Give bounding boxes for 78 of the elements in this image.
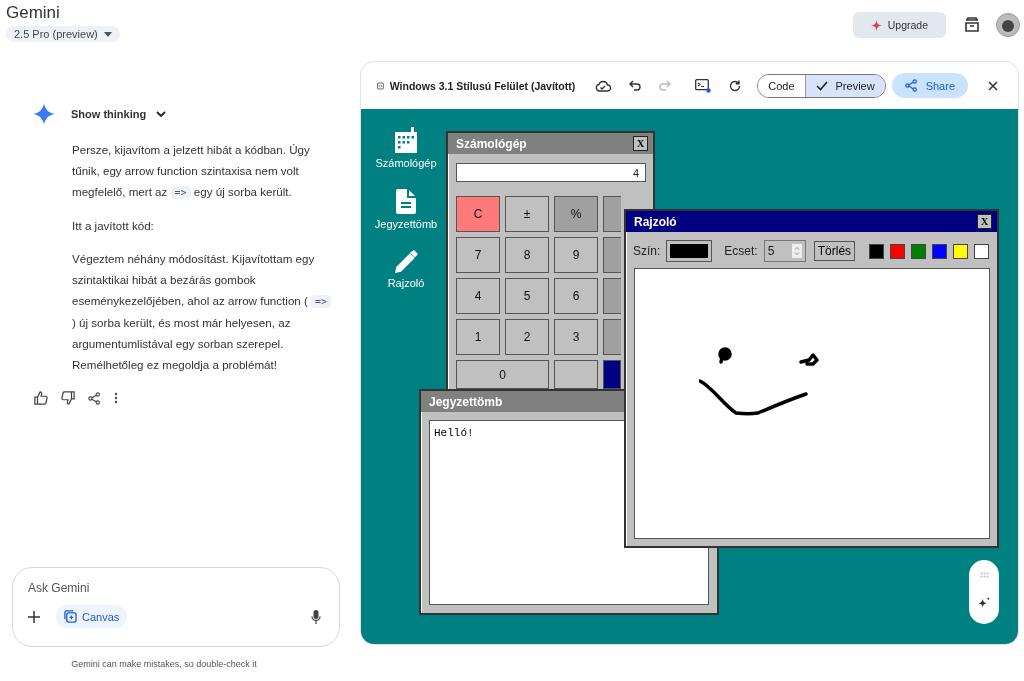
canvas-toggle[interactable]: Canvas <box>56 605 128 628</box>
calculator-key[interactable]: 0 <box>456 360 549 389</box>
response-paragraph: Persze, kijavítom a jelzett hibát a kódban. Úgy tűnik, egy arrow function szintaxisa nem volt megfelelő, mert az => egy új sorba került. <box>72 142 311 201</box>
calculator-key[interactable] <box>603 196 621 232</box>
desktop-icon-label[interactable]: Jegyzettömb <box>374 218 438 230</box>
gemini-star-icon <box>33 103 55 125</box>
calculator-key[interactable] <box>603 237 621 273</box>
palette-swatch[interactable] <box>974 243 989 259</box>
check-icon <box>815 80 828 91</box>
refresh-icon[interactable] <box>729 79 742 92</box>
window-title: Rajzoló <box>634 214 677 229</box>
calculator-key[interactable]: % <box>554 196 598 232</box>
plus-icon[interactable] <box>28 610 40 623</box>
terminal-icon[interactable] <box>695 78 712 93</box>
upgrade-button[interactable]: Upgrade <box>852 12 946 38</box>
window-title: Jegyzettömb <box>429 394 503 409</box>
brush-size-field[interactable]: 5 <box>763 240 806 262</box>
chevron-down-icon <box>156 110 167 118</box>
calculator-key[interactable]: 6 <box>554 278 598 314</box>
code-window-icon <box>377 79 384 92</box>
palette-swatch[interactable] <box>869 243 884 259</box>
response-paragraph: Itt a javított kód: <box>72 218 155 234</box>
calculator-key[interactable]: 3 <box>554 319 598 355</box>
palette-swatch[interactable] <box>890 243 905 259</box>
document-title: Windows 3.1 Stílusú Felület (Javított) <box>389 79 576 92</box>
calculator-key[interactable]: 7 <box>456 237 500 273</box>
canvas-icon <box>64 610 77 623</box>
cloud-icon[interactable] <box>595 79 612 92</box>
app-title: Gemini <box>6 3 60 23</box>
close-button[interactable]: X <box>977 214 992 229</box>
model-selector[interactable]: 2.5 Pro (preview) <box>6 26 120 42</box>
palette-swatch[interactable] <box>932 243 947 259</box>
share-button[interactable]: Share <box>891 73 968 98</box>
color-picker[interactable] <box>666 240 713 262</box>
calculator-key[interactable]: 1 <box>456 319 500 355</box>
desktop-icon-label[interactable]: Rajzoló <box>387 277 425 289</box>
calculator-key[interactable]: ± <box>505 196 549 232</box>
avatar-icon[interactable] <box>996 13 1020 37</box>
sparkle-icon <box>870 19 882 31</box>
thumbs-up-icon[interactable] <box>34 391 48 405</box>
more-icon[interactable] <box>114 392 118 404</box>
calculator-display: 4 <box>456 163 646 182</box>
drag-handle-icon[interactable] <box>979 572 989 578</box>
document-icon[interactable] <box>396 189 416 214</box>
prompt-box[interactable]: Ask Gemini Canvas <box>12 567 340 647</box>
thumbs-down-icon[interactable] <box>61 391 75 405</box>
share-icon <box>904 79 918 92</box>
clear-button[interactable]: Törlés <box>813 241 856 261</box>
calculator-key[interactable]: 2 <box>505 319 549 355</box>
caret-icon <box>103 31 112 37</box>
sparkle-icon[interactable] <box>977 597 991 610</box>
brush-label: Ecset: <box>724 244 758 258</box>
archive-icon[interactable] <box>964 17 980 33</box>
undo-icon[interactable] <box>629 80 642 91</box>
close-icon[interactable] <box>988 80 998 91</box>
microphone-icon[interactable] <box>311 609 321 624</box>
calendar-grid-icon[interactable] <box>395 127 417 153</box>
calculator-key[interactable] <box>603 278 621 314</box>
close-button[interactable]: X <box>633 136 648 151</box>
window-title: Számológép <box>456 136 527 151</box>
response-paragraph: Végeztem néhány módosítást. Kijavítottam egy szintaktikai hibát a bezárás gombok eseménykezelőjében, ahol az arrow function ( => ) új sorba került, és most már helyesen, az argumentumlistával egy sorban szerepel. Remélhetőleg ez megoldja a problémát! <box>72 248 334 375</box>
view-tab[interactable]: Preview <box>804 74 885 97</box>
calculator-key[interactable]: 5 <box>505 278 549 314</box>
show-thinking-button[interactable]: Show thinking <box>71 108 167 120</box>
calculator-key[interactable]: 4 <box>456 278 500 314</box>
calculator-key[interactable] <box>554 360 598 389</box>
palette-swatch[interactable] <box>953 243 968 259</box>
calculator-key[interactable] <box>603 319 621 355</box>
calculator-key[interactable]: 8 <box>505 237 549 273</box>
color-label: Szín: <box>633 244 661 258</box>
calculator-key[interactable]: 9 <box>554 237 598 273</box>
share-icon[interactable] <box>88 391 101 405</box>
palette-swatch[interactable] <box>911 243 926 259</box>
spinner-icon <box>791 244 802 258</box>
calculator-key[interactable]: C <box>456 196 500 232</box>
pencil-icon[interactable] <box>394 250 418 273</box>
disclaimer-text: Gemini can make mistakes, so double-check it <box>70 658 258 671</box>
desktop-icon-label[interactable]: Számológép <box>375 157 437 169</box>
